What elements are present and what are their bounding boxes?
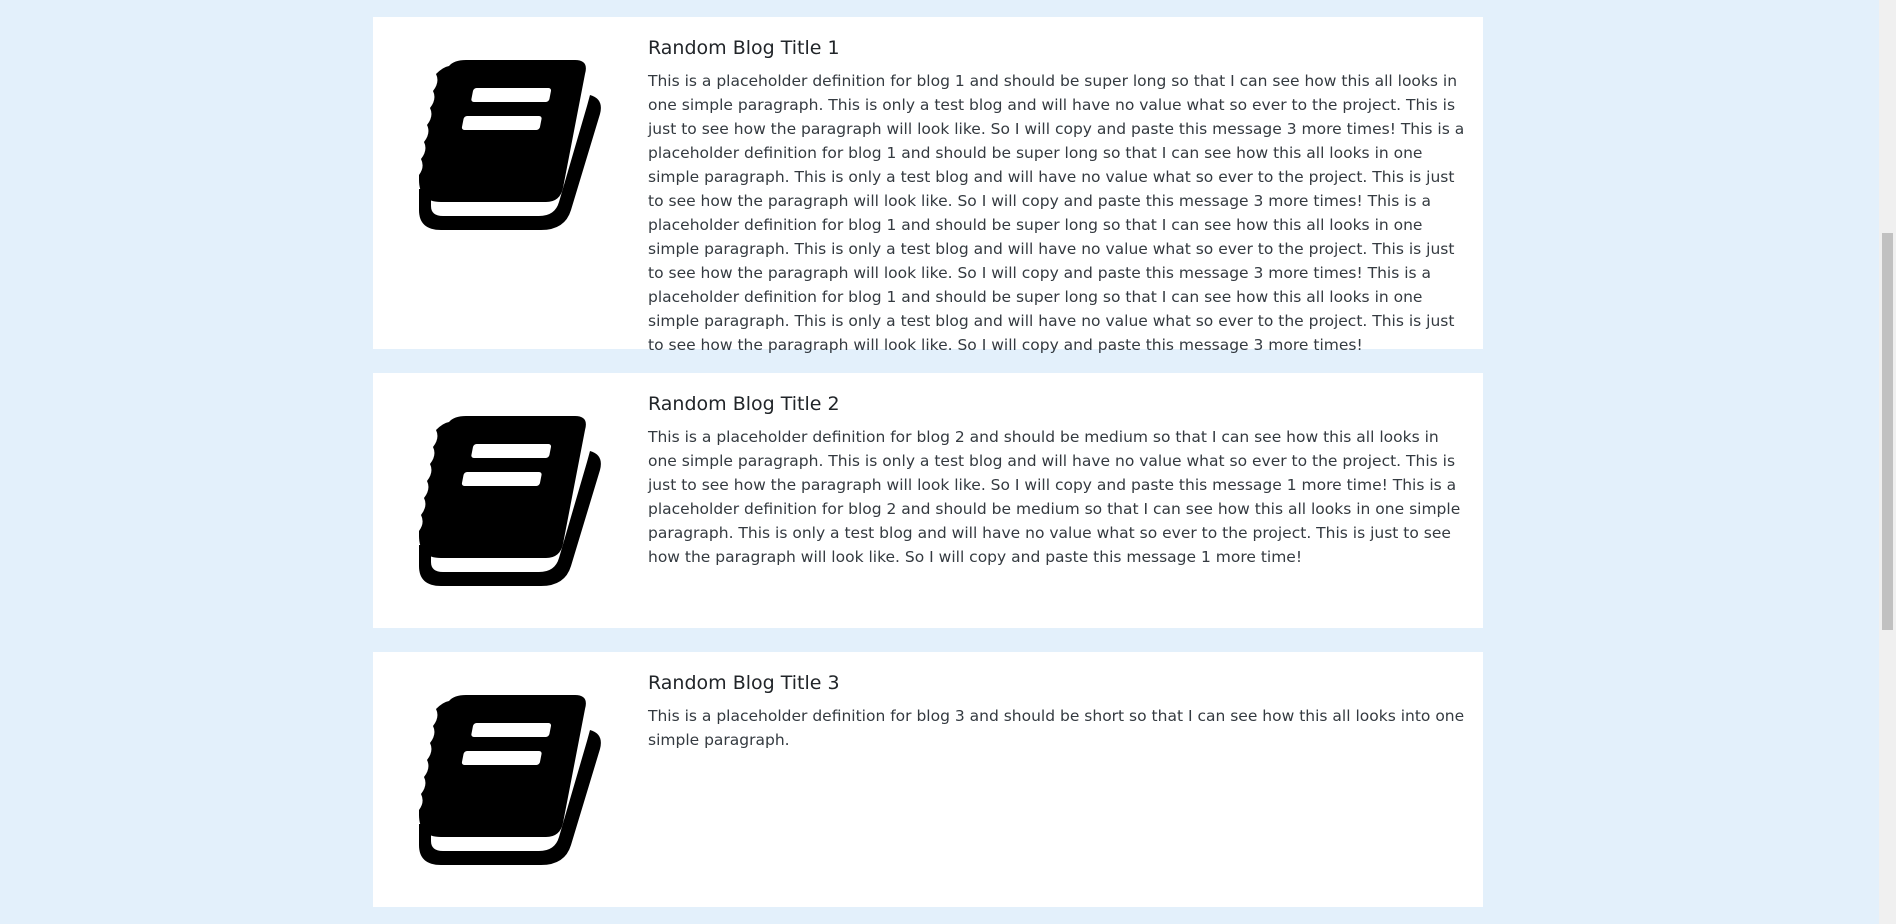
blog-thumbnail bbox=[373, 652, 648, 907]
blog-title[interactable]: Random Blog Title 3 bbox=[648, 671, 1465, 695]
blog-description: This is a placeholder definition for blo… bbox=[648, 707, 1465, 749]
blog-thumbnail bbox=[373, 17, 648, 349]
vertical-scrollbar[interactable] bbox=[1879, 0, 1896, 924]
book-icon bbox=[418, 416, 601, 586]
blog-thumbnail bbox=[373, 373, 648, 628]
blog-title[interactable]: Random Blog Title 2 bbox=[648, 392, 1465, 416]
blog-title[interactable]: Random Blog Title 1 bbox=[648, 36, 1465, 60]
blog-card[interactable]: Random Blog Title 1 This is a placeholde… bbox=[373, 17, 1483, 354]
blog-feed: Random Blog Title 1 This is a placeholde… bbox=[373, 17, 1483, 924]
book-icon bbox=[418, 695, 601, 865]
blog-card[interactable]: Random Blog Title 2 This is a placeholde… bbox=[373, 373, 1483, 628]
blog-content: Random Blog Title 1 This is a placeholde… bbox=[648, 17, 1483, 354]
page: Random Blog Title 1 This is a placeholde… bbox=[0, 0, 1896, 924]
scrollbar-thumb[interactable] bbox=[1882, 233, 1893, 630]
blog-description: This is a placeholder definition for blo… bbox=[648, 72, 1465, 354]
book-icon bbox=[418, 60, 601, 230]
blog-card[interactable]: Random Blog Title 3 This is a placeholde… bbox=[373, 652, 1483, 907]
blog-content: Random Blog Title 3 This is a placeholde… bbox=[648, 652, 1483, 907]
blog-content: Random Blog Title 2 This is a placeholde… bbox=[648, 373, 1483, 628]
blog-description: This is a placeholder definition for blo… bbox=[648, 428, 1461, 566]
